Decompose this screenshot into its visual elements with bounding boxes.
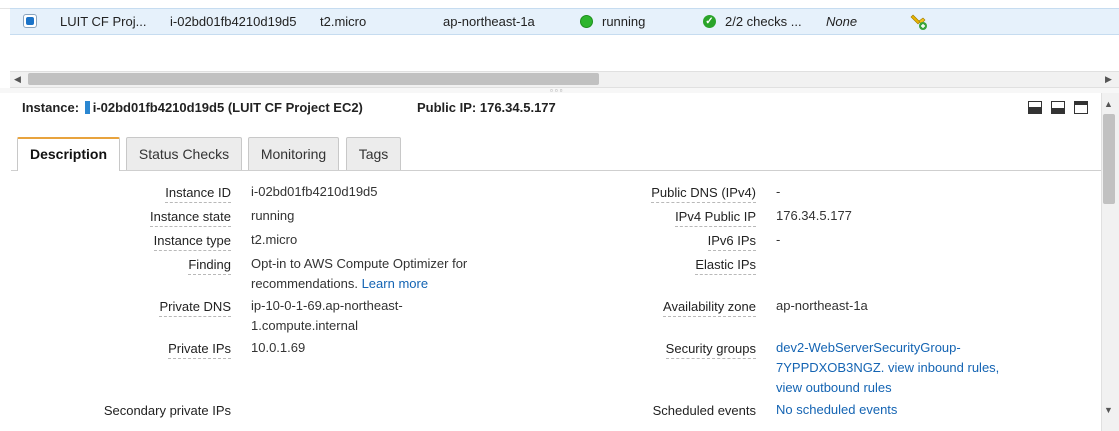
security-groups-value: dev2-WebServerSecurityGroup-7YPPDXOB3NGZ…	[776, 338, 1011, 398]
instance-state-label: Instance state	[150, 209, 231, 227]
secondary-private-ips-label: Secondary private IPs	[103, 403, 231, 418]
learn-more-link[interactable]: Learn more	[362, 276, 428, 291]
ipv4-public-ip-label: IPv4 Public IP	[675, 209, 756, 227]
instance-id-label: Instance ID	[165, 185, 231, 203]
scroll-left-icon[interactable]: ◀	[14, 74, 21, 85]
scroll-down-icon[interactable]: ▼	[1104, 405, 1113, 415]
public-ip-header-value: 176.34.5.177	[479, 100, 556, 115]
view-outbound-rules-link[interactable]: view outbound rules	[776, 380, 892, 395]
tab-monitoring[interactable]: Monitoring	[248, 137, 339, 170]
scheduled-events-label: Scheduled events	[652, 403, 756, 418]
public-ip-header: Public IP: 176.34.5.177	[417, 100, 556, 115]
security-groups-label: Security groups	[665, 341, 756, 359]
availability-zone-cell: ap-northeast-1a	[443, 14, 535, 29]
instance-id-value: i-02bd01fb4210d19d5	[251, 184, 378, 199]
ipv4-public-ip-value: 176.34.5.177	[776, 208, 852, 223]
scheduled-events-link[interactable]: No scheduled events	[776, 400, 897, 420]
drag-grip-icon[interactable]: ▫▫▫	[550, 87, 576, 95]
private-ips-label: Private IPs	[168, 341, 231, 359]
private-dns-label: Private DNS	[159, 299, 231, 317]
instance-type-label: Instance type	[153, 233, 231, 251]
tab-status-checks[interactable]: Status Checks	[126, 137, 242, 170]
availability-zone-value: ap-northeast-1a	[776, 298, 868, 313]
layout-split-icon[interactable]	[1051, 101, 1065, 114]
layout-top-icon[interactable]	[1074, 101, 1088, 114]
tab-tags[interactable]: Tags	[346, 137, 401, 170]
finding-text: Opt-in to AWS Compute Optimizer for reco…	[251, 256, 468, 291]
private-ips-value: 10.0.1.69	[251, 340, 306, 355]
instance-state-cell: running	[602, 14, 646, 29]
vertical-scroll-thumb[interactable]	[1103, 114, 1115, 204]
elastic-ips-label: Elastic IPs	[695, 257, 756, 275]
public-dns-value: -	[776, 184, 781, 199]
instance-marker-icon	[84, 101, 90, 114]
check-circle-icon: ✓	[703, 15, 716, 28]
ipv6-ips-value: -	[776, 232, 781, 247]
public-dns-label: Public DNS (IPv4)	[651, 185, 756, 203]
green-dot-icon	[580, 15, 593, 28]
layout-bottom-icon[interactable]	[1028, 101, 1042, 114]
checkbox-checked-icon[interactable]	[23, 14, 37, 28]
instance-header-label: Instance:	[22, 100, 80, 115]
status-checks-cell: 2/2 checks ...	[725, 14, 802, 29]
tab-description[interactable]: Description	[17, 137, 120, 171]
table-row[interactable]: LUIT CF Proj... i-02bd01fb4210d19d5 t2.m…	[10, 8, 1119, 35]
instance-state-value: running	[251, 208, 295, 223]
scroll-right-icon[interactable]: ▶	[1105, 74, 1112, 85]
horizontal-scroll-thumb[interactable]	[28, 73, 599, 85]
scroll-up-icon[interactable]: ▲	[1104, 99, 1113, 109]
instance-type-value: t2.micro	[251, 232, 298, 247]
instance-id-cell: i-02bd01fb4210d19d5	[170, 14, 297, 29]
public-ip-header-label: Public IP:	[417, 100, 477, 115]
ipv6-ips-label: IPv6 IPs	[707, 233, 756, 251]
instance-type-cell: t2.micro	[320, 14, 367, 29]
finding-label: Finding	[188, 257, 231, 275]
availability-zone-label: Availability zone	[663, 299, 756, 317]
finding-value: Opt-in to AWS Compute Optimizer for reco…	[251, 254, 491, 294]
instance-name-cell: LUIT CF Proj...	[60, 14, 147, 29]
alarm-status-cell: None	[826, 14, 858, 29]
instance-header: Instance: i-02bd01fb4210d19d5 (LUIT CF P…	[22, 100, 363, 115]
alarm-bell-icon[interactable]	[910, 13, 928, 31]
private-dns-value: ip-10-0-1-69.ap-northeast-1.compute.inte…	[251, 298, 403, 333]
view-inbound-rules-link[interactable]: view inbound rules,	[888, 360, 999, 375]
instance-header-value: i-02bd01fb4210d19d5 (LUIT CF Project EC2…	[92, 100, 363, 115]
